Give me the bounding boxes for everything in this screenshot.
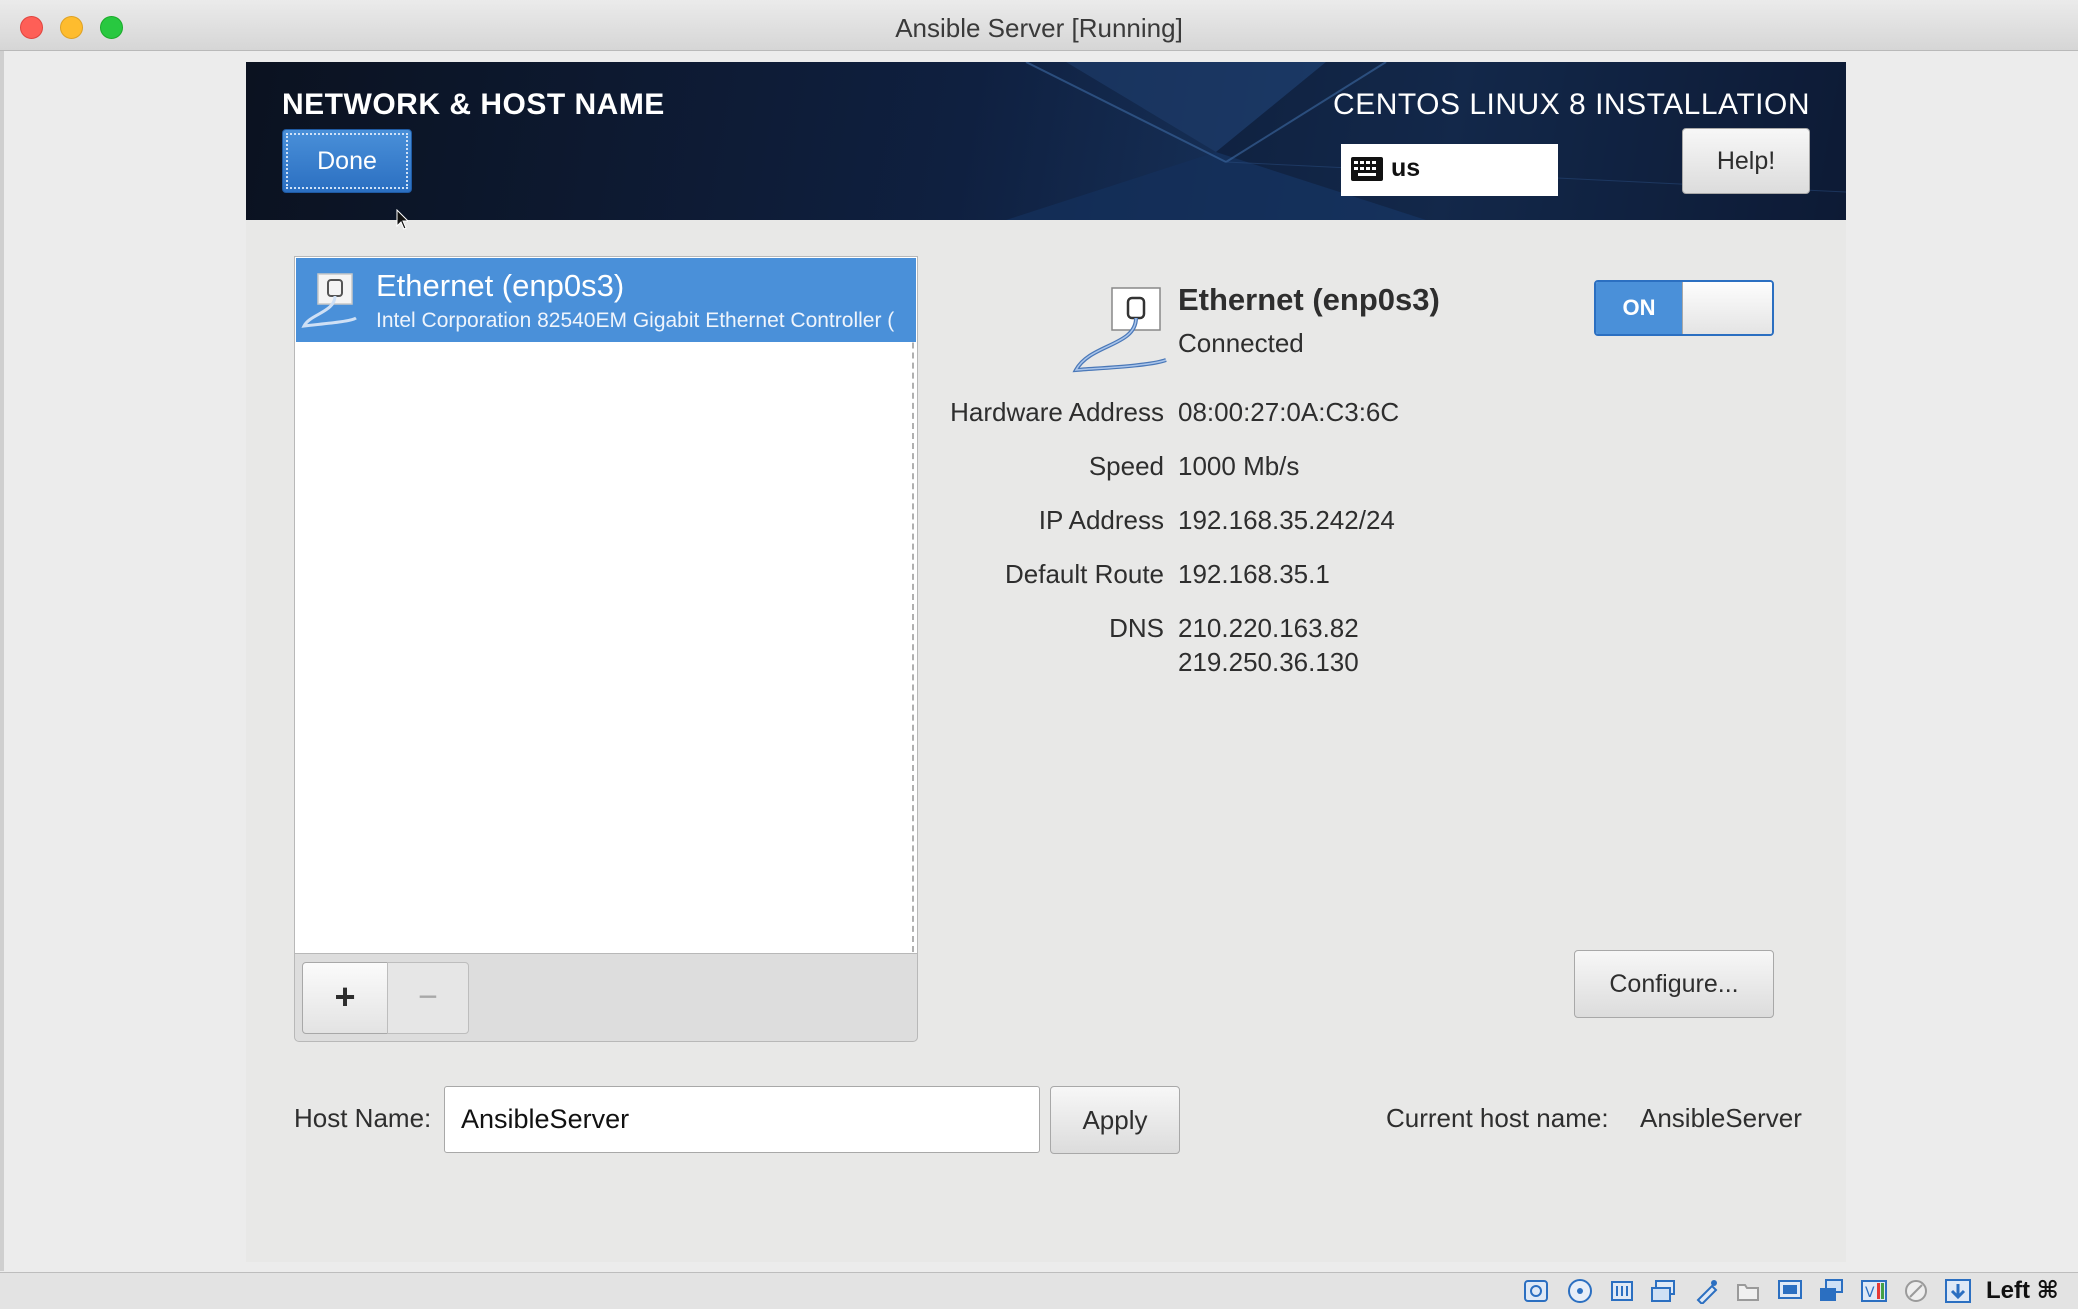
toggle-on-label: ON bbox=[1596, 282, 1682, 334]
host-name-input[interactable] bbox=[444, 1086, 1040, 1153]
apply-hostname-button[interactable]: Apply bbox=[1050, 1086, 1180, 1154]
dns-value-primary: 210.220.163.82 bbox=[1178, 613, 1359, 643]
device-name: Ethernet (enp0s3) bbox=[376, 268, 625, 303]
configure-button[interactable]: Configure... bbox=[1574, 950, 1774, 1018]
video-capture-icon[interactable] bbox=[1818, 1278, 1846, 1304]
page-title: NETWORK & HOST NAME bbox=[282, 88, 665, 121]
installer-header bbox=[246, 62, 1846, 220]
ip-address-label: IP Address bbox=[1038, 505, 1164, 535]
ip-address-value: 192.168.35.242/24 bbox=[1178, 505, 1395, 535]
product-title: CENTOS LINUX 8 INSTALLATION bbox=[1333, 88, 1810, 121]
ethernet-icon bbox=[301, 273, 357, 328]
list-scroll-edge bbox=[912, 262, 914, 952]
device-detail-name: Ethernet (enp0s3) bbox=[1178, 282, 1440, 317]
device-description: Intel Corporation 82540EM Gigabit Ethern… bbox=[376, 309, 895, 332]
default-route-value: 192.168.35.1 bbox=[1178, 559, 1330, 589]
cpu-activity-icon[interactable]: V bbox=[1860, 1278, 1888, 1304]
dns-label: DNS bbox=[1109, 613, 1164, 643]
mouse-pointer-icon bbox=[396, 209, 408, 230]
network-adapter-icon[interactable] bbox=[1650, 1278, 1678, 1304]
add-device-button[interactable]: + bbox=[302, 962, 388, 1034]
host-key-label: Left ⌘ bbox=[1986, 1277, 2059, 1304]
display-icon[interactable] bbox=[1776, 1278, 1804, 1304]
shared-folders-icon[interactable] bbox=[1734, 1278, 1762, 1304]
window-title: Ansible Server [Running] bbox=[895, 13, 1183, 43]
connection-status: Connected bbox=[1178, 328, 1304, 358]
hardware-address-label: Hardware Address bbox=[950, 397, 1164, 427]
toggle-knob[interactable] bbox=[1682, 282, 1772, 334]
hardware-address-value: 08:00:27:0A:C3:6C bbox=[1178, 397, 1400, 427]
audio-icon[interactable] bbox=[1608, 1278, 1636, 1304]
dns-value-secondary: 219.250.36.130 bbox=[1178, 647, 1359, 677]
svg-text:V: V bbox=[1865, 1285, 1875, 1301]
optical-drive-icon[interactable] bbox=[1566, 1278, 1594, 1304]
device-power-toggle[interactable]: ON bbox=[1594, 280, 1774, 336]
mouse-integration-icon[interactable] bbox=[1902, 1278, 1930, 1304]
keyboard-capture-icon[interactable] bbox=[1944, 1278, 1972, 1304]
ethernet-large-icon bbox=[1072, 287, 1167, 373]
header-background-art bbox=[1006, 62, 1846, 220]
host-name-label: Host Name: bbox=[294, 1103, 432, 1133]
hard-disk-icon[interactable] bbox=[1522, 1278, 1550, 1304]
vm-status-bar bbox=[0, 1272, 2078, 1309]
speed-label: Speed bbox=[1088, 451, 1164, 481]
current-host-name-value: AnsibleServer bbox=[1640, 1103, 1802, 1133]
help-button[interactable]: Help! bbox=[1682, 128, 1810, 194]
remove-device-button[interactable]: − bbox=[387, 962, 469, 1034]
keyboard-icon bbox=[1351, 157, 1383, 181]
network-device-list[interactable] bbox=[294, 256, 918, 954]
speed-value: 1000 Mb/s bbox=[1178, 451, 1300, 481]
host-desktop-edge bbox=[0, 51, 4, 1271]
keyboard-layout-label: us bbox=[1391, 154, 1421, 182]
current-host-name-label: Current host name: bbox=[1386, 1103, 1609, 1133]
done-button[interactable]: Done bbox=[282, 129, 412, 193]
default-route-label: Default Route bbox=[1005, 559, 1164, 589]
usb-icon[interactable] bbox=[1692, 1278, 1720, 1304]
